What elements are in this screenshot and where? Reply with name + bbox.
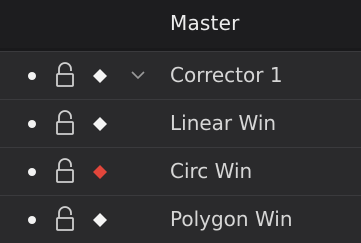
lock-icon[interactable] <box>55 158 75 184</box>
lock-icon[interactable] <box>55 110 75 136</box>
track-row-circ-win[interactable]: Circ Win <box>0 147 361 195</box>
track-label: Corrector 1 <box>170 63 283 87</box>
keyframe-diamond-icon[interactable] <box>93 213 107 227</box>
keyframe-tracks-panel: Master Corrector 1 Linear Win Circ Win P… <box>0 0 361 243</box>
track-row-linear-win[interactable]: Linear Win <box>0 99 361 147</box>
visibility-dot-icon[interactable] <box>28 120 36 128</box>
track-row-corrector-1[interactable]: Corrector 1 <box>0 51 361 99</box>
visibility-dot-icon[interactable] <box>28 168 36 176</box>
visibility-dot-icon[interactable] <box>28 72 36 80</box>
master-title: Master <box>170 11 240 35</box>
keyframe-diamond-icon[interactable] <box>93 117 107 131</box>
visibility-dot-icon[interactable] <box>28 216 36 224</box>
master-header-row: Master <box>0 0 361 48</box>
keyframe-diamond-icon[interactable] <box>93 69 107 83</box>
keyframe-diamond-icon[interactable] <box>93 165 107 179</box>
chevron-down-icon[interactable] <box>130 69 146 81</box>
track-label: Linear Win <box>170 111 277 135</box>
lock-icon[interactable] <box>55 62 75 88</box>
track-label: Polygon Win <box>170 207 293 231</box>
track-row-polygon-win[interactable]: Polygon Win <box>0 195 361 243</box>
track-label: Circ Win <box>170 159 253 183</box>
lock-icon[interactable] <box>55 206 75 232</box>
